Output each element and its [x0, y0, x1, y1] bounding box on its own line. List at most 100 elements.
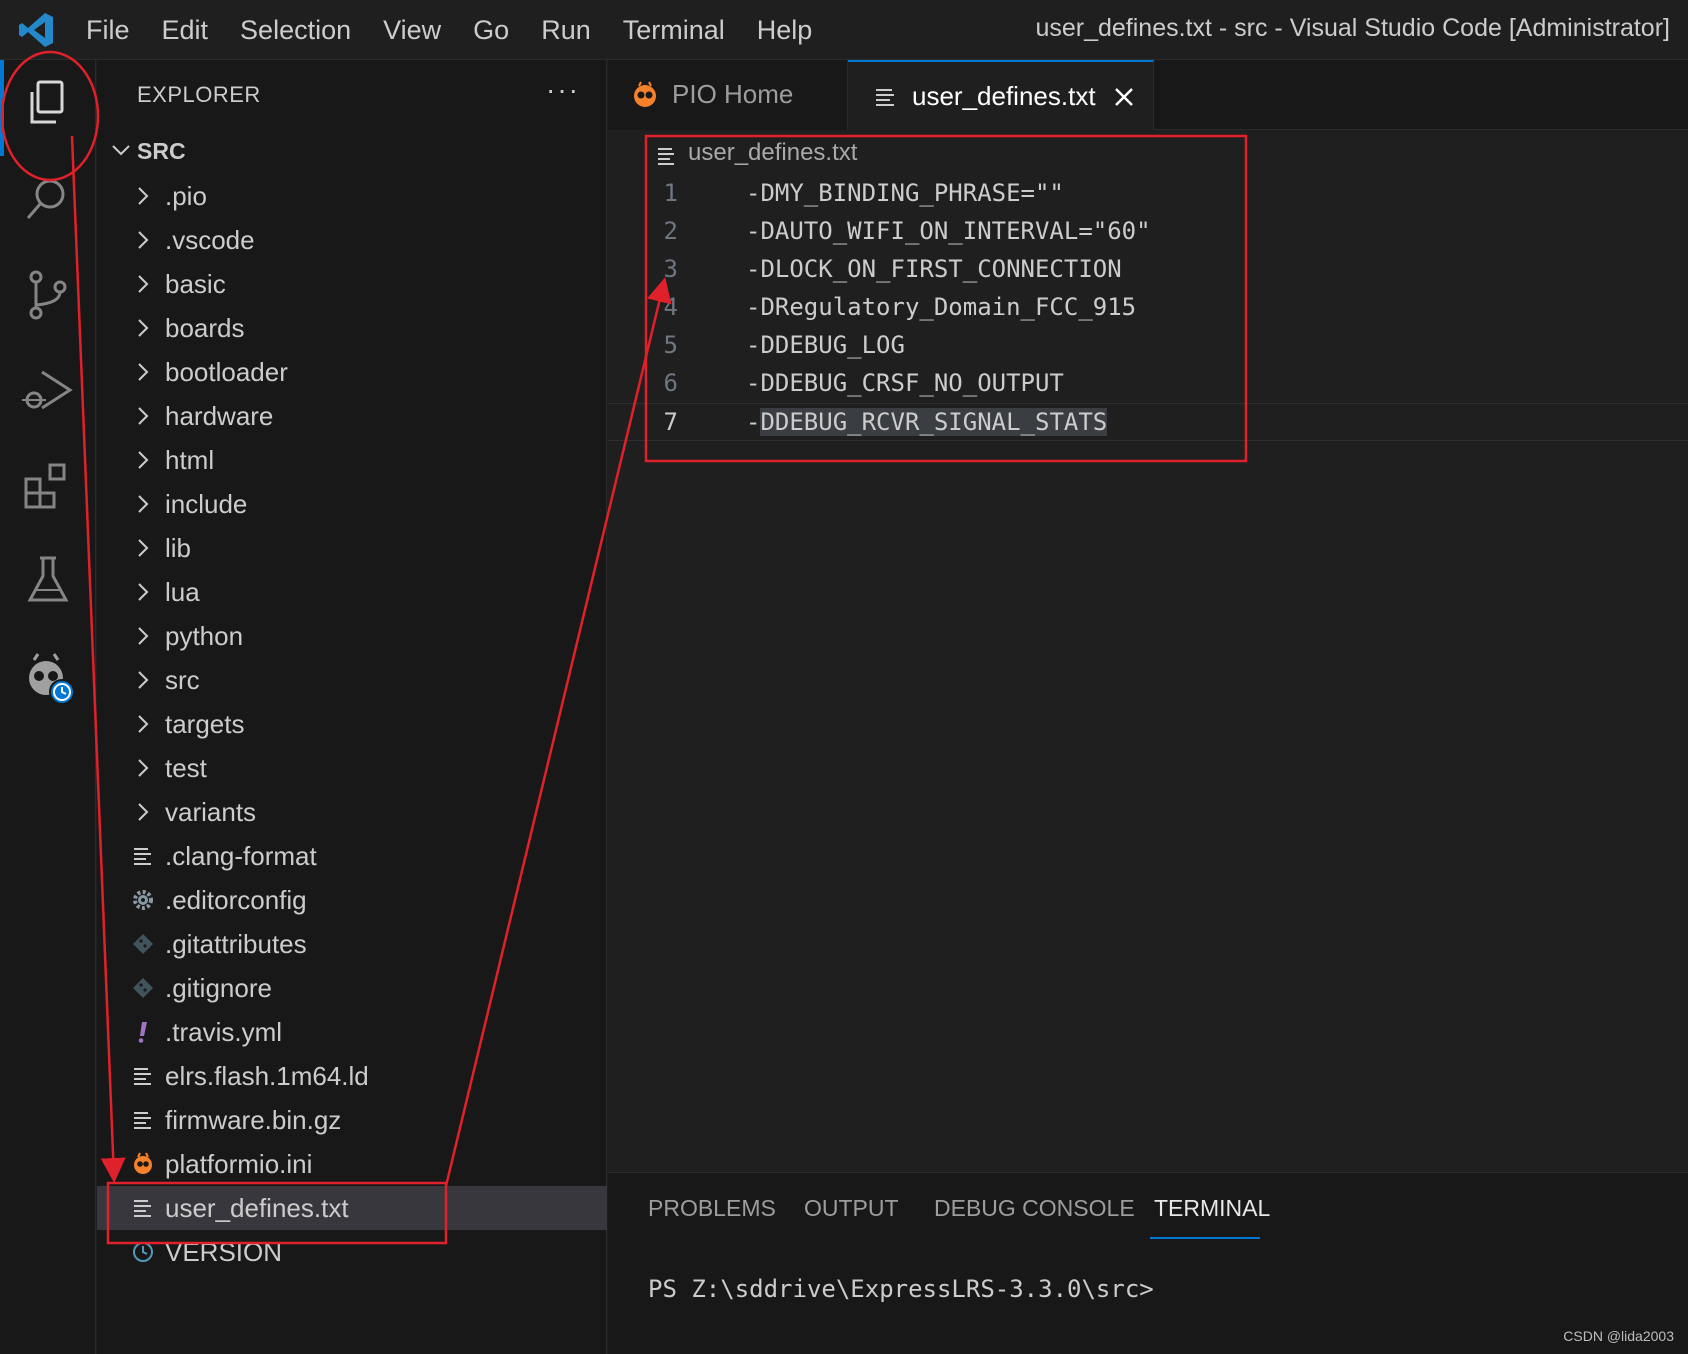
- current-code-line: 7 -DDEBUG_RCVR_SIGNAL_STATS: [608, 403, 1688, 441]
- file-item[interactable]: .editorconfig: [97, 878, 607, 922]
- source-control-icon[interactable]: [18, 265, 78, 325]
- line-number: 7: [663, 408, 678, 436]
- file-item[interactable]: elrs.flash.1m64.ld: [97, 1054, 607, 1098]
- menu-run[interactable]: Run: [541, 15, 591, 46]
- gear-icon: [131, 888, 155, 912]
- activity-bar: [0, 60, 96, 1354]
- item-label: .pio: [165, 181, 207, 211]
- tab-debug-console[interactable]: DEBUG CONSOLE: [934, 1195, 1135, 1222]
- tab-terminal[interactable]: TERMINAL: [1154, 1195, 1270, 1222]
- chevron-right-icon: [131, 756, 155, 780]
- menu-edit[interactable]: Edit: [162, 15, 209, 46]
- menu-view[interactable]: View: [383, 15, 441, 46]
- text-file-icon: [131, 1108, 155, 1132]
- item-label: elrs.flash.1m64.ld: [165, 1061, 369, 1091]
- code-line: 1 -DMY_BINDING_PHRASE="": [608, 175, 1688, 213]
- watermark: CSDN @lida2003: [1563, 1328, 1674, 1344]
- more-actions-button[interactable]: ···: [546, 74, 580, 106]
- folder-item[interactable]: src: [97, 658, 607, 702]
- folder-item[interactable]: variants: [97, 790, 607, 834]
- menu-help[interactable]: Help: [757, 15, 813, 46]
- file-item[interactable]: platformio.ini: [97, 1142, 607, 1186]
- file-item[interactable]: firmware.bin.gz: [97, 1098, 607, 1142]
- testing-icon[interactable]: [18, 550, 78, 610]
- tab-user-defines[interactable]: user_defines.txt: [848, 60, 1154, 130]
- item-label: .vscode: [165, 225, 255, 255]
- folder-item[interactable]: .pio: [97, 174, 607, 218]
- code-view[interactable]: 1 -DMY_BINDING_PHRASE="" 2 -DAUTO_WIFI_ON_…: [608, 175, 1688, 441]
- explorer-title: EXPLORER: [137, 82, 261, 107]
- text-file-icon: [876, 89, 894, 106]
- menu-selection[interactable]: Selection: [240, 15, 351, 46]
- explorer-icon[interactable]: [18, 72, 78, 132]
- item-label: .gitignore: [165, 973, 272, 1003]
- folder-item[interactable]: python: [97, 614, 607, 658]
- extensions-icon[interactable]: [18, 455, 78, 515]
- git-icon: [131, 976, 155, 1000]
- item-label: python: [165, 621, 244, 651]
- clock-icon: [131, 1240, 155, 1264]
- folder-item[interactable]: test: [97, 746, 607, 790]
- close-icon[interactable]: [1111, 84, 1137, 110]
- menu-file[interactable]: File: [86, 15, 130, 46]
- menu-bar: File Edit Selection View Go Run Terminal…: [86, 0, 844, 60]
- item-label: variants: [165, 797, 257, 827]
- folder-item[interactable]: .vscode: [97, 218, 607, 262]
- folder-item[interactable]: boards: [97, 306, 607, 350]
- tab-pio-home[interactable]: PIO Home: [608, 60, 848, 130]
- tab-output[interactable]: OUTPUT: [804, 1195, 899, 1222]
- folder-item[interactable]: html: [97, 438, 607, 482]
- folder-item[interactable]: include: [97, 482, 607, 526]
- editor-area[interactable]: user_defines.txt 1 -DMY_BINDING_PHRASE=""…: [608, 131, 1688, 1171]
- item-label: test: [165, 753, 207, 783]
- folder-item[interactable]: targets: [97, 702, 607, 746]
- platformio-icon[interactable]: [18, 648, 78, 708]
- terminal-prompt[interactable]: PS Z:\sddrive\ExpressLRS-3.3.0\src>: [648, 1275, 1154, 1303]
- menu-terminal[interactable]: Terminal: [623, 15, 725, 46]
- bottom-panel: PROBLEMS OUTPUT DEBUG CONSOLE TERMINAL P…: [608, 1172, 1688, 1354]
- line-number: 5: [663, 331, 678, 359]
- menu-go[interactable]: Go: [473, 15, 509, 46]
- workspace-section-header[interactable]: SRC: [97, 132, 607, 172]
- chevron-right-icon: [131, 404, 155, 428]
- search-icon[interactable]: [18, 170, 78, 230]
- text-file-icon: [131, 1196, 155, 1220]
- line-number: 6: [663, 369, 678, 397]
- active-indicator: [0, 60, 4, 156]
- window-title: user_defines.txt - src - Visual Studio C…: [1035, 14, 1670, 42]
- chevron-right-icon: [131, 272, 155, 296]
- folder-item[interactable]: basic: [97, 262, 607, 306]
- tab-label: user_defines.txt: [912, 81, 1096, 111]
- file-item[interactable]: user_defines.txt: [97, 1186, 607, 1230]
- item-label: .editorconfig: [165, 885, 307, 915]
- git-icon: [131, 932, 155, 956]
- file-item[interactable]: .travis.yml: [97, 1010, 607, 1054]
- item-label: lib: [165, 533, 192, 563]
- item-label: .travis.yml: [165, 1017, 282, 1047]
- file-item[interactable]: VERSION: [97, 1230, 607, 1274]
- line-number: 1: [663, 179, 678, 207]
- folder-item[interactable]: hardware: [97, 394, 607, 438]
- code-line: 4 -DRegulatory_Domain_FCC_915: [608, 289, 1688, 327]
- item-label: html: [165, 445, 215, 475]
- item-label: include: [165, 489, 248, 519]
- selected-text: DDEBUG_RCVR_SIGNAL_STATS: [760, 408, 1108, 436]
- active-tab-underline: [1150, 1237, 1260, 1239]
- chevron-right-icon: [131, 448, 155, 472]
- folder-item[interactable]: lua: [97, 570, 607, 614]
- folder-item[interactable]: lib: [97, 526, 607, 570]
- tab-problems[interactable]: PROBLEMS: [648, 1195, 776, 1222]
- line-text: -DMY_BINDING_PHRASE="": [746, 179, 1064, 207]
- item-label: .clang-format: [165, 841, 317, 871]
- file-item[interactable]: .clang-format: [97, 834, 607, 878]
- file-item[interactable]: .gitattributes: [97, 922, 607, 966]
- folder-item[interactable]: bootloader: [97, 350, 607, 394]
- breadcrumb-file: user_defines.txt: [688, 139, 858, 166]
- item-label: .gitattributes: [165, 929, 307, 959]
- run-debug-icon[interactable]: [18, 360, 78, 420]
- title-bar: File Edit Selection View Go Run Terminal…: [0, 0, 1688, 60]
- line-text: -DDEBUG_CRSF_NO_OUTPUT: [746, 369, 1064, 397]
- file-item[interactable]: .gitignore: [97, 966, 607, 1010]
- code-line: 6 -DDEBUG_CRSF_NO_OUTPUT: [608, 365, 1688, 403]
- chevron-right-icon: [131, 228, 155, 252]
